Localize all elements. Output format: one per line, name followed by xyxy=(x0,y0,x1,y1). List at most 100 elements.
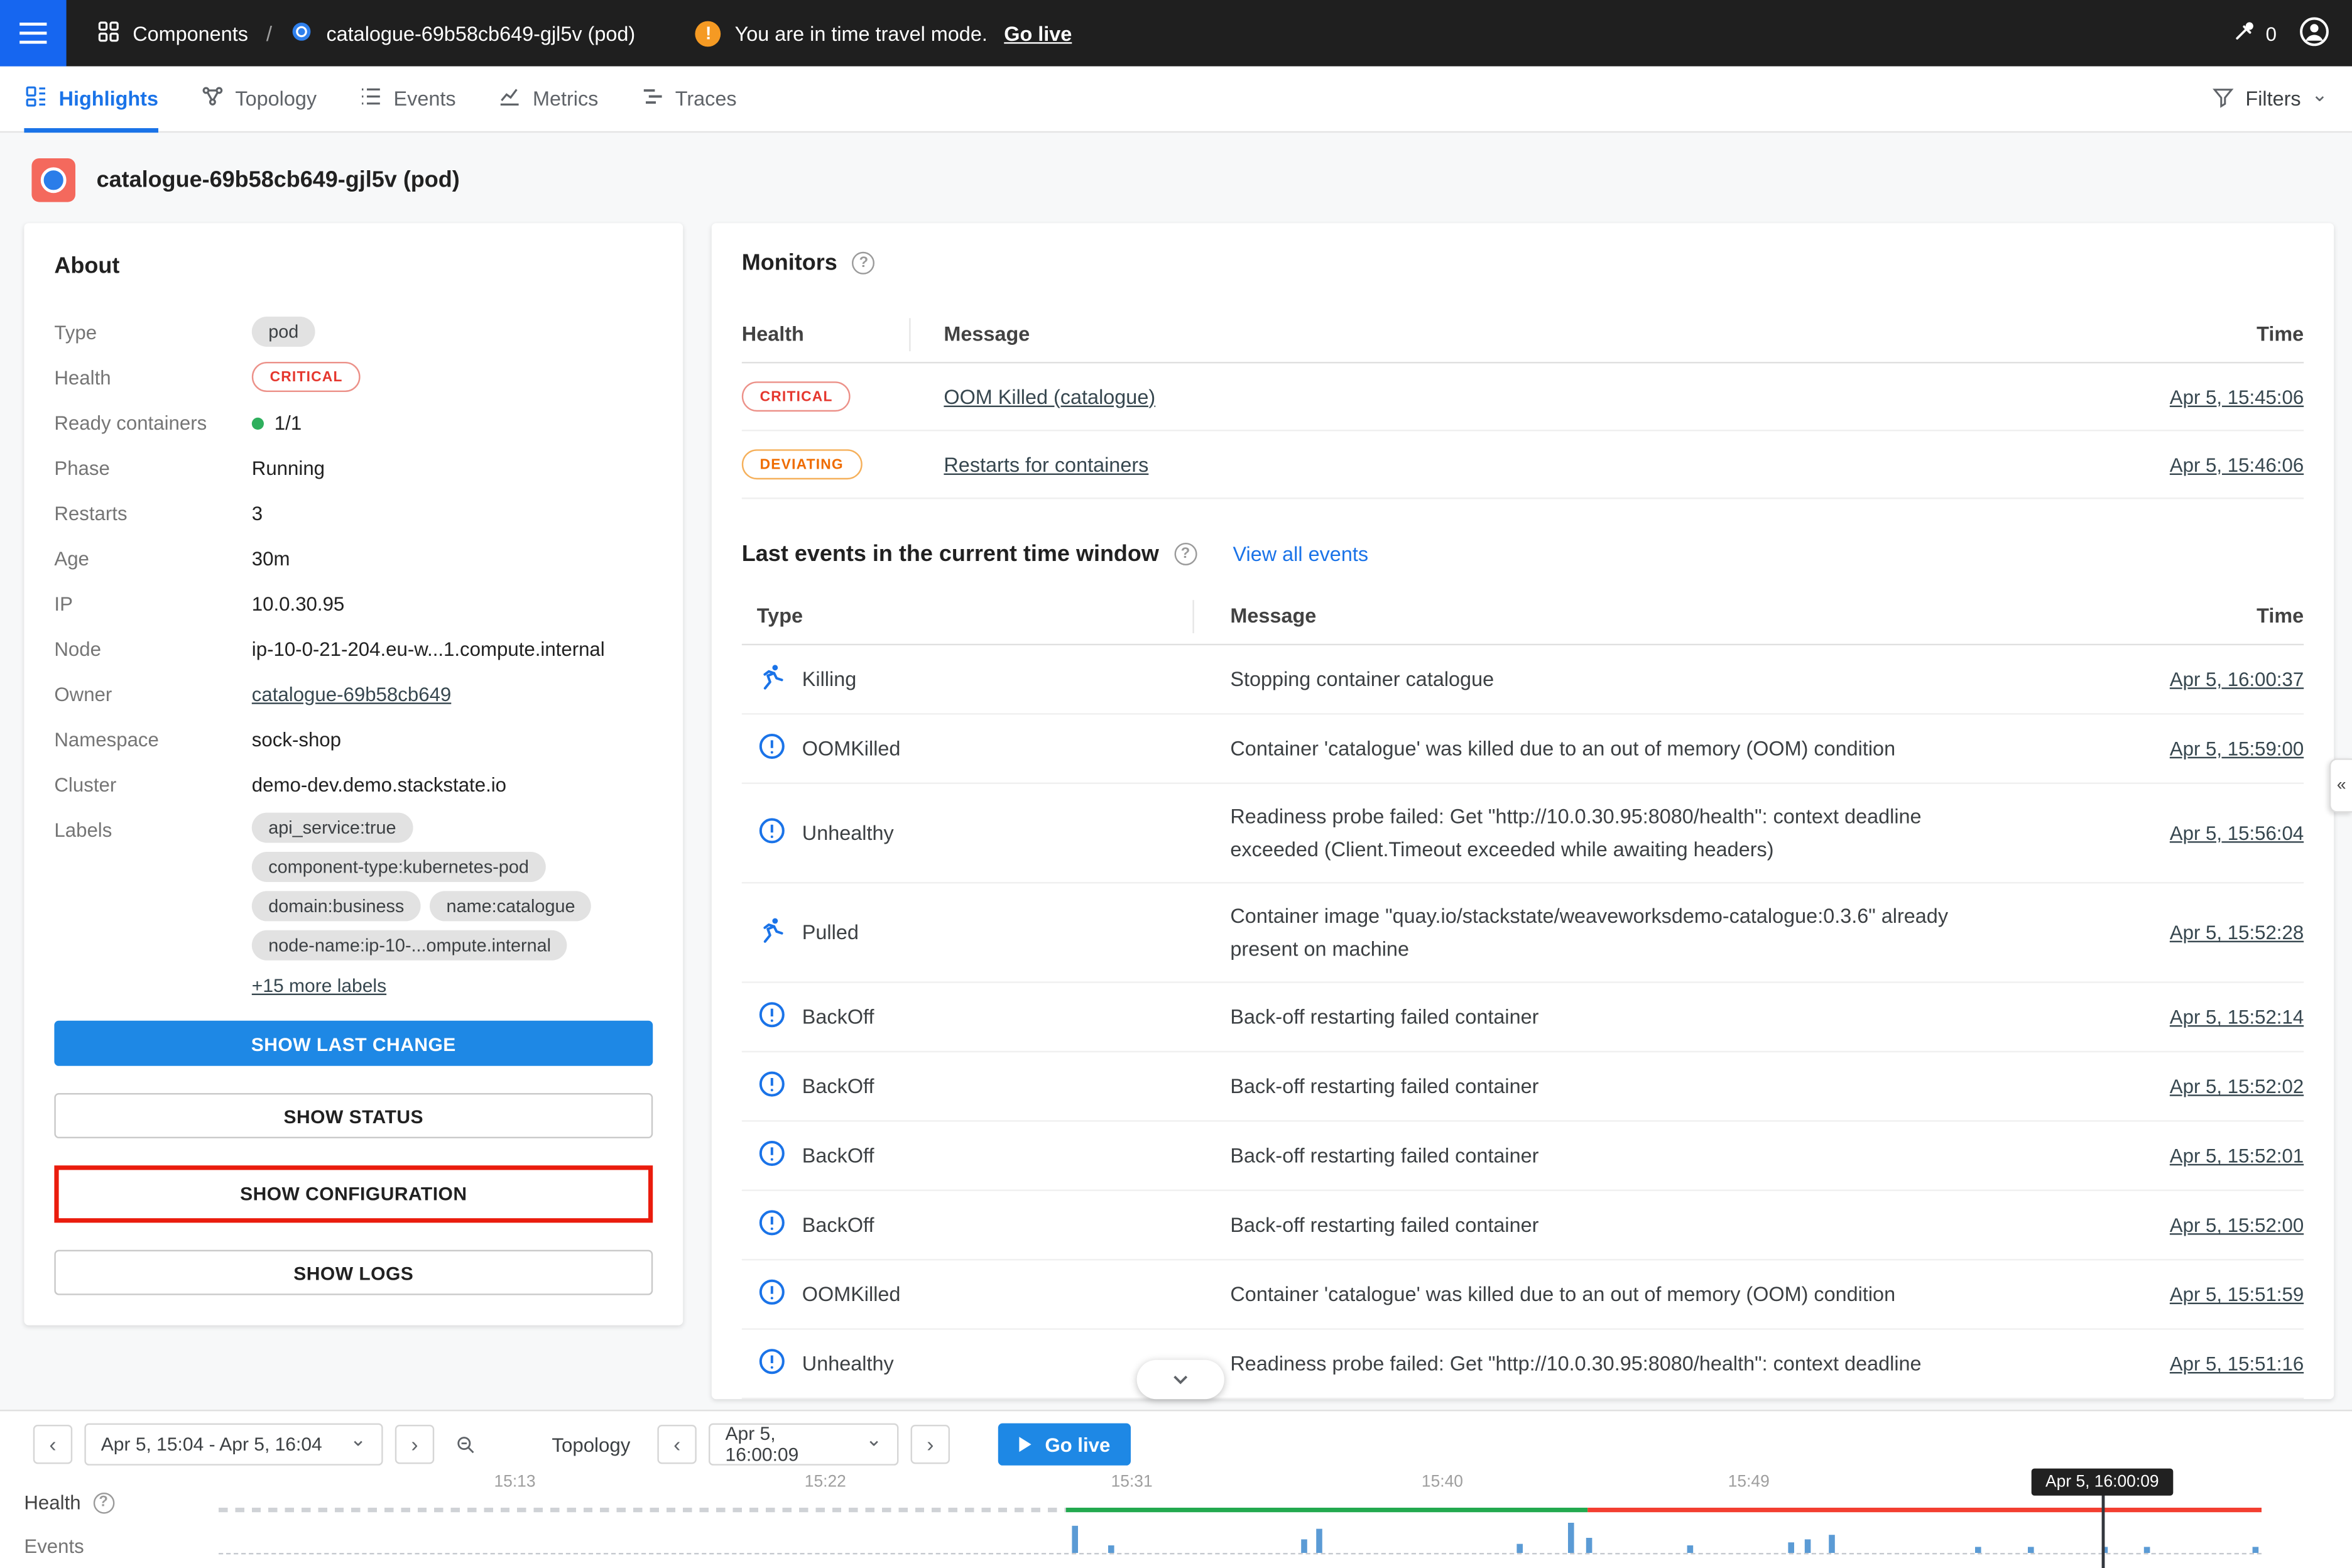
event-time-link[interactable]: Apr 5, 15:52:14 xyxy=(2170,1006,2304,1029)
metrics-chart-icon xyxy=(498,84,522,113)
event-bar xyxy=(2028,1547,2034,1553)
topology-time-next-button[interactable]: › xyxy=(911,1425,950,1464)
tab-topology[interactable]: Topology xyxy=(200,65,317,132)
event-time-link[interactable]: Apr 5, 16:00:37 xyxy=(2170,668,2304,690)
field-label: Labels xyxy=(54,807,251,841)
event-bar xyxy=(1108,1545,1114,1553)
field-restarts: Restarts 3 xyxy=(54,490,653,535)
breadcrumb-entity[interactable]: catalogue-69b58cb649-gjl5v (pod) xyxy=(290,19,635,48)
monitor-time-link[interactable]: Apr 5, 15:46:06 xyxy=(2170,453,2304,476)
field-label: Age xyxy=(54,547,251,569)
event-message: Container 'catalogue' was killed due to … xyxy=(1194,732,2047,765)
label-pill: domain:business xyxy=(252,891,421,921)
time-marker[interactable] xyxy=(2102,1489,2104,1568)
column-header-health: Health xyxy=(742,317,911,351)
tab-highlights[interactable]: Highlights xyxy=(24,65,158,132)
column-header-time: Time xyxy=(2062,323,2304,346)
event-message: Container 'catalogue' was killed due to … xyxy=(1194,1278,2047,1311)
show-logs-button[interactable]: SHOW LOGS xyxy=(54,1250,653,1295)
event-message: Back-off restarting failed container xyxy=(1194,1001,2047,1034)
app-root: Components / catalogue-69b58cb649-gjl5v … xyxy=(0,0,2352,1568)
filter-funnel-icon xyxy=(2213,85,2235,112)
field-owner: Owner catalogue-69b58cb649 xyxy=(54,671,653,716)
time-travel-banner: You are in time travel mode. Go live xyxy=(695,20,1072,46)
tab-label: Traces xyxy=(675,87,737,110)
timeline-tick: 15:40 xyxy=(1422,1473,1463,1491)
event-time-link[interactable]: Apr 5, 15:51:59 xyxy=(2170,1283,2304,1306)
event-time-link[interactable]: Apr 5, 15:52:02 xyxy=(2170,1075,2304,1098)
more-labels-link[interactable]: +15 more labels xyxy=(252,976,386,997)
show-status-button[interactable]: SHOW STATUS xyxy=(54,1093,653,1138)
timeline-axis: 15:1315:2215:3115:4015:49 xyxy=(219,1478,2262,1499)
topology-time-prev-button[interactable]: ‹ xyxy=(658,1425,697,1464)
help-icon[interactable] xyxy=(852,252,875,275)
expand-panel-button[interactable] xyxy=(1137,1360,1224,1399)
events-section-title: Last events in the current time window xyxy=(742,542,1159,567)
field-label: Phase xyxy=(54,456,251,479)
event-time-link[interactable]: Apr 5, 15:59:00 xyxy=(2170,738,2304,760)
about-actions: SHOW LAST CHANGE SHOW STATUS SHOW CONFIG… xyxy=(54,1021,653,1295)
filters-label: Filters xyxy=(2245,87,2300,110)
monitor-link[interactable]: OOM Killed (catalogue) xyxy=(944,385,1155,408)
monitor-row: DEVIATING Restarts for containers Apr 5,… xyxy=(742,431,2304,499)
event-time-link[interactable]: Apr 5, 15:52:01 xyxy=(2170,1145,2304,1168)
page-title: catalogue-69b58cb649-gjl5v (pod) xyxy=(97,167,460,193)
tab-metrics[interactable]: Metrics xyxy=(498,65,599,132)
event-row: BackOff Back-off restarting failed conta… xyxy=(742,984,2304,1053)
event-bar xyxy=(1568,1523,1574,1553)
time-range-prev-button[interactable]: ‹ xyxy=(33,1425,72,1464)
highlights-icon xyxy=(24,84,48,113)
breadcrumb-entity-label: catalogue-69b58cb649-gjl5v (pod) xyxy=(326,22,635,45)
topology-icon xyxy=(200,84,224,113)
owner-link[interactable]: catalogue-69b58cb649 xyxy=(252,682,451,705)
tab-traces[interactable]: Traces xyxy=(641,65,737,132)
go-live-button[interactable]: Go live xyxy=(998,1424,1131,1466)
monitor-time-link[interactable]: Apr 5, 15:45:06 xyxy=(2170,385,2304,408)
tab-label: Metrics xyxy=(533,87,598,110)
topology-time-value: Apr 5, 16:00:09 xyxy=(726,1424,854,1466)
red-annotation-box: SHOW CONFIGURATION xyxy=(54,1165,653,1222)
view-all-events-link[interactable]: View all events xyxy=(1233,543,1369,565)
pod-type-icon xyxy=(31,158,75,202)
timeline-track[interactable]: 15:1315:2215:3115:4015:49 Apr 5, 16:00:0… xyxy=(219,1478,2262,1568)
zoom-out-icon[interactable] xyxy=(446,1425,485,1464)
timeline-tick: 15:13 xyxy=(494,1473,535,1491)
event-row: BackOff Back-off restarting failed conta… xyxy=(742,1053,2304,1122)
breadcrumb-components[interactable]: Components xyxy=(97,19,248,48)
collapse-right-panel-handle[interactable] xyxy=(2329,758,2352,812)
label-pill: node-name:ip-10-...ompute.internal xyxy=(252,930,568,961)
hamburger-menu-icon[interactable] xyxy=(0,0,67,67)
time-range-select[interactable]: Apr 5, 15:04 - Apr 5, 16:04 xyxy=(84,1424,383,1466)
field-labels: Labels api_service:true component-type:k… xyxy=(54,807,653,996)
tab-events[interactable]: Events xyxy=(359,65,455,132)
monitor-link[interactable]: Restarts for containers xyxy=(944,453,1148,476)
show-configuration-button[interactable]: SHOW CONFIGURATION xyxy=(60,1172,647,1217)
show-last-change-button[interactable]: SHOW LAST CHANGE xyxy=(54,1021,653,1066)
health-segment-healthy xyxy=(1067,1508,1587,1512)
event-type: BackOff xyxy=(802,1145,874,1168)
event-time-link[interactable]: Apr 5, 15:52:28 xyxy=(2170,922,2304,944)
event-time-link[interactable]: Apr 5, 15:52:00 xyxy=(2170,1214,2304,1237)
traces-icon xyxy=(641,84,665,113)
event-bar xyxy=(1788,1542,1795,1553)
event-time-link[interactable]: Apr 5, 15:51:16 xyxy=(2170,1353,2304,1376)
field-value: ip-10-0-21-204.eu-w...1.compute.internal xyxy=(252,637,653,660)
timeline-tick: 15:31 xyxy=(1111,1473,1153,1491)
event-row: OOMKilled Container 'catalogue' was kill… xyxy=(742,715,2304,784)
topology-time-select[interactable]: Apr 5, 16:00:09 xyxy=(709,1424,898,1466)
field-label: Cluster xyxy=(54,773,251,795)
timeline-chart[interactable]: Health Events 15:1315:2215:3115:4015:49 … xyxy=(0,1478,2352,1568)
event-bar xyxy=(1687,1545,1693,1553)
chevron-down-icon xyxy=(2311,87,2328,111)
pinned-views[interactable]: 0 xyxy=(2233,18,2277,48)
user-avatar-icon[interactable] xyxy=(2298,14,2331,52)
go-live-link[interactable]: Go live xyxy=(1004,22,1072,45)
event-time-link[interactable]: Apr 5, 15:56:04 xyxy=(2170,822,2304,844)
event-type: Pulled xyxy=(802,922,859,944)
time-range-next-button[interactable]: › xyxy=(395,1425,434,1464)
help-icon[interactable] xyxy=(93,1492,114,1513)
column-header-type: Type xyxy=(742,599,1194,633)
help-icon[interactable] xyxy=(1174,543,1197,565)
label-pill: name:catalogue xyxy=(430,891,592,921)
filters-button[interactable]: Filters xyxy=(2213,85,2328,112)
